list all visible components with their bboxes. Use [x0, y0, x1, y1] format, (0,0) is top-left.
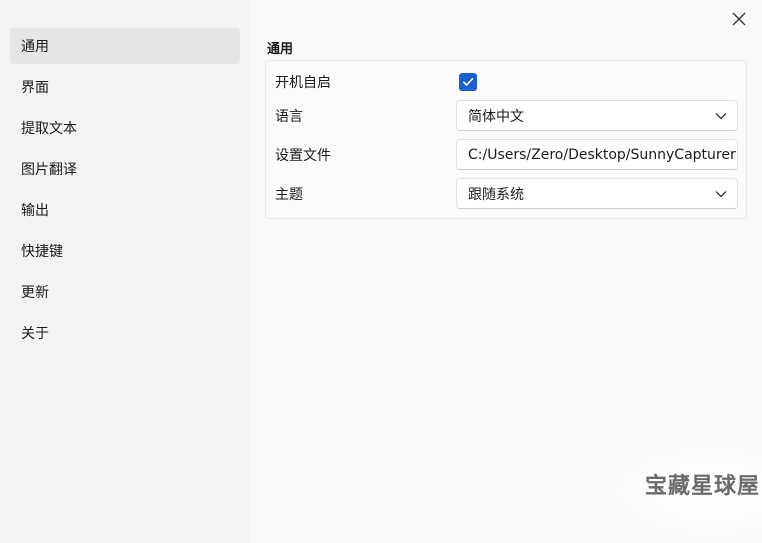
section-title: 通用 — [267, 42, 294, 57]
sidebar-item-label: 关于 — [21, 326, 49, 342]
sidebar-item-image-translate[interactable]: 图片翻译 — [10, 151, 240, 187]
language-value: 简体中文 — [468, 108, 524, 125]
sidebar: 通用 界面 提取文本 图片翻译 输出 快捷键 更新 关于 — [0, 0, 250, 543]
watermark-text: 宝藏星球屋 — [644, 474, 760, 499]
theme-select[interactable]: 跟随系统 — [456, 178, 738, 209]
settings-window: 通用 界面 提取文本 图片翻译 输出 快捷键 更新 关于 通用 开机自启 语言 … — [0, 0, 762, 543]
sidebar-item-label: 更新 — [21, 285, 49, 301]
config-file-input[interactable] — [456, 139, 738, 170]
theme-value: 跟随系统 — [468, 186, 524, 203]
checkmark-icon — [463, 78, 474, 86]
sidebar-item-label: 快捷键 — [21, 244, 63, 260]
sidebar-item-general[interactable]: 通用 — [10, 28, 240, 64]
sidebar-item-output[interactable]: 输出 — [10, 192, 240, 228]
setting-row-language: 语言 简体中文 — [266, 100, 746, 131]
chevron-down-icon — [715, 190, 727, 198]
sidebar-item-update[interactable]: 更新 — [10, 274, 240, 310]
sidebar-item-shortcuts[interactable]: 快捷键 — [10, 233, 240, 269]
setting-row-theme: 主题 跟随系统 — [266, 178, 746, 209]
setting-row-autostart: 开机自启 — [266, 65, 746, 99]
theme-label: 主题 — [275, 186, 303, 203]
close-icon — [732, 12, 746, 26]
language-select[interactable]: 简体中文 — [456, 100, 738, 131]
sidebar-item-label: 图片翻译 — [21, 162, 77, 178]
sidebar-item-label: 通用 — [21, 39, 49, 55]
chevron-down-icon — [715, 112, 727, 120]
sidebar-item-label: 输出 — [21, 203, 49, 219]
setting-row-config-file: 设置文件 — [266, 139, 746, 170]
sidebar-item-about[interactable]: 关于 — [10, 315, 240, 351]
general-settings-card: 开机自启 语言 简体中文 设置文件 C:/Users/Zero/Desktop/… — [265, 60, 747, 219]
autostart-checkbox[interactable] — [459, 73, 477, 91]
autostart-label: 开机自启 — [275, 75, 331, 91]
close-button[interactable] — [728, 8, 750, 30]
sidebar-item-interface[interactable]: 界面 — [10, 69, 240, 105]
language-label: 语言 — [275, 108, 303, 125]
sidebar-item-label: 界面 — [21, 80, 49, 96]
sidebar-item-extract-text[interactable]: 提取文本 — [10, 110, 240, 146]
sidebar-item-label: 提取文本 — [21, 121, 77, 137]
config-file-label: 设置文件 — [275, 147, 331, 164]
